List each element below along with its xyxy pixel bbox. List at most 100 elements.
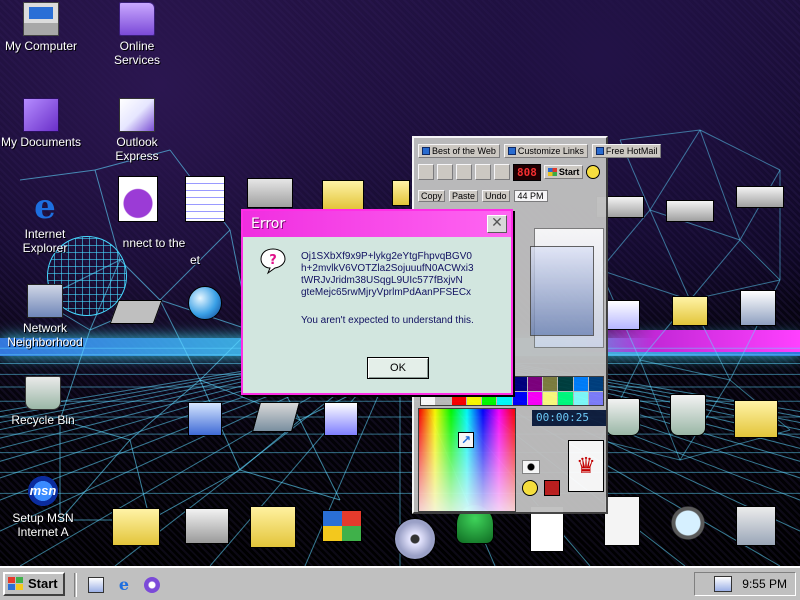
recycle-bin-icon xyxy=(25,376,61,410)
window-icon xyxy=(740,290,776,326)
network-cable-icon xyxy=(251,402,301,432)
color-swatch[interactable] xyxy=(588,391,603,405)
desktop-icon-internet-explorer[interactable]: e Internet Explorer xyxy=(2,190,88,255)
partial-icon-label: nnect to the et xyxy=(104,233,204,267)
shortcut-arrow-icon: ↗ xyxy=(458,432,474,448)
page-icon xyxy=(185,176,225,222)
color-swatch[interactable] xyxy=(543,377,558,391)
orb-icon xyxy=(188,286,222,320)
desktop-icon-label: Express xyxy=(115,149,159,163)
my-documents-icon xyxy=(23,98,59,132)
ok-button[interactable]: OK xyxy=(367,357,429,379)
color-swatch[interactable] xyxy=(588,377,603,391)
close-button[interactable]: ✕ xyxy=(487,215,507,233)
desktop-icon-outlook-express[interactable]: Outlook Express xyxy=(94,98,180,163)
link-label: Free HotMail xyxy=(605,146,658,156)
toolbar-row: Copy Paste Undo 44 PM xyxy=(418,186,604,206)
desktop-icon-label: My Documents xyxy=(0,135,82,149)
desktop-icon-label: My Computer xyxy=(4,39,78,53)
question-icon: ? xyxy=(260,248,286,275)
drive-icon xyxy=(666,200,714,222)
color-swatch[interactable] xyxy=(573,391,588,405)
color-spectrum[interactable] xyxy=(418,408,516,512)
color-swatch[interactable] xyxy=(558,391,573,405)
desktop-icon-label: Online xyxy=(119,39,155,53)
desktop-icon-label: Internet A xyxy=(17,525,69,539)
color-swatch[interactable] xyxy=(512,391,527,405)
mini-start-button[interactable]: Start xyxy=(543,165,584,179)
cd-icon xyxy=(394,518,436,560)
link-label: Customize Links xyxy=(517,146,584,156)
printer-icon xyxy=(185,508,229,544)
recycle-icon xyxy=(670,394,706,436)
toolbar-button[interactable] xyxy=(418,164,434,180)
timer-display: 00:00:25 xyxy=(532,410,606,426)
windows-logo-icon xyxy=(547,168,557,176)
svg-text:?: ? xyxy=(269,253,277,268)
app-icon xyxy=(606,300,640,330)
color-swatch[interactable] xyxy=(527,377,542,391)
undo-button[interactable]: Undo xyxy=(482,190,510,202)
my-computer-icon xyxy=(23,2,59,36)
links-bar: Best of the Web Customize Links Free Hot… xyxy=(418,142,662,160)
desktop-icon-label: Internet xyxy=(24,227,66,241)
color-swatch[interactable] xyxy=(543,391,558,405)
desktop-icon-recycle-bin[interactable]: Recycle Bin xyxy=(0,376,86,427)
smiley-icon xyxy=(522,480,538,496)
desktop-icon-label: Explorer xyxy=(22,241,68,255)
shortcut-icon xyxy=(118,176,158,222)
app-icon xyxy=(324,402,358,436)
panda-icon xyxy=(522,460,540,474)
paste-button[interactable]: Paste xyxy=(449,190,479,202)
toolbar-button[interactable] xyxy=(475,164,491,180)
desktop-icon-label: Recycle Bin xyxy=(11,413,75,427)
internet-explorer-icon[interactable]: e xyxy=(114,575,134,595)
toolbar-button[interactable] xyxy=(456,164,472,180)
taskbar-clock[interactable]: 9:55 PM xyxy=(742,576,787,592)
desktop-icon-label: Network xyxy=(22,321,67,335)
mini-start-label: Start xyxy=(558,167,580,177)
color-swatch[interactable] xyxy=(527,391,542,405)
show-desktop-icon[interactable] xyxy=(86,575,106,595)
preview-window xyxy=(530,246,594,336)
desktop-icon-label: Neighborhood xyxy=(7,335,83,349)
error-titlebar[interactable]: Error ✕ xyxy=(243,211,511,237)
folder-icon xyxy=(392,180,410,206)
color-swatch[interactable] xyxy=(573,377,588,391)
error-message: You aren't expected to understand this. xyxy=(301,315,474,326)
desktop-icon-setup-msn[interactable]: Setup MSN Internet A xyxy=(0,474,86,539)
start-button[interactable]: Start xyxy=(3,572,65,596)
color-swatch[interactable] xyxy=(512,377,527,391)
desktop-icon-online-services[interactable]: Online Services xyxy=(94,2,180,67)
channels-icon[interactable] xyxy=(142,575,162,595)
link-icon xyxy=(422,147,430,155)
fonts-icon xyxy=(250,506,296,548)
network-neighborhood-icon xyxy=(27,284,63,318)
desktop-icon-label: Setup MSN xyxy=(12,511,74,525)
grid-line xyxy=(739,239,781,281)
toolbar-button[interactable] xyxy=(437,164,453,180)
outlook-express-icon xyxy=(119,98,155,132)
desktop-icon-my-computer[interactable]: My Computer xyxy=(0,2,84,53)
quick-launch-separator xyxy=(74,573,77,597)
desktop-icon-my-documents[interactable]: My Documents xyxy=(0,98,84,149)
toolbar-button[interactable] xyxy=(494,164,510,180)
error-dialog: Error ✕ ? Oj1SXbXf9x9P+lykg2eYtgFhpvqBGV… xyxy=(241,209,513,395)
smiley-icon xyxy=(586,165,601,179)
computer-box-icon xyxy=(247,178,293,208)
folder-icon xyxy=(672,296,708,326)
grid-line xyxy=(639,359,731,381)
link-best-of-the-web[interactable]: Best of the Web xyxy=(418,144,500,158)
start-label: Start xyxy=(28,576,58,591)
copy-button[interactable]: Copy xyxy=(418,190,446,202)
monitor-icon xyxy=(736,506,776,546)
error-body: Oj1SXbXf9x9P+lykg2eYtgFhpvqBGV0 h+2mvlkV… xyxy=(301,251,509,327)
folder-icon xyxy=(322,180,364,210)
mini-clock: 44 PM xyxy=(513,190,548,202)
link-free-hotmail[interactable]: Free HotMail xyxy=(591,144,662,158)
network-tray-icon[interactable] xyxy=(714,576,733,592)
link-customize-links[interactable]: Customize Links xyxy=(503,144,588,158)
partial-label-line-1: nnect to the xyxy=(122,236,186,250)
color-swatch[interactable] xyxy=(558,377,573,391)
desktop-icon-network-neighborhood[interactable]: Network Neighborhood xyxy=(2,284,88,349)
